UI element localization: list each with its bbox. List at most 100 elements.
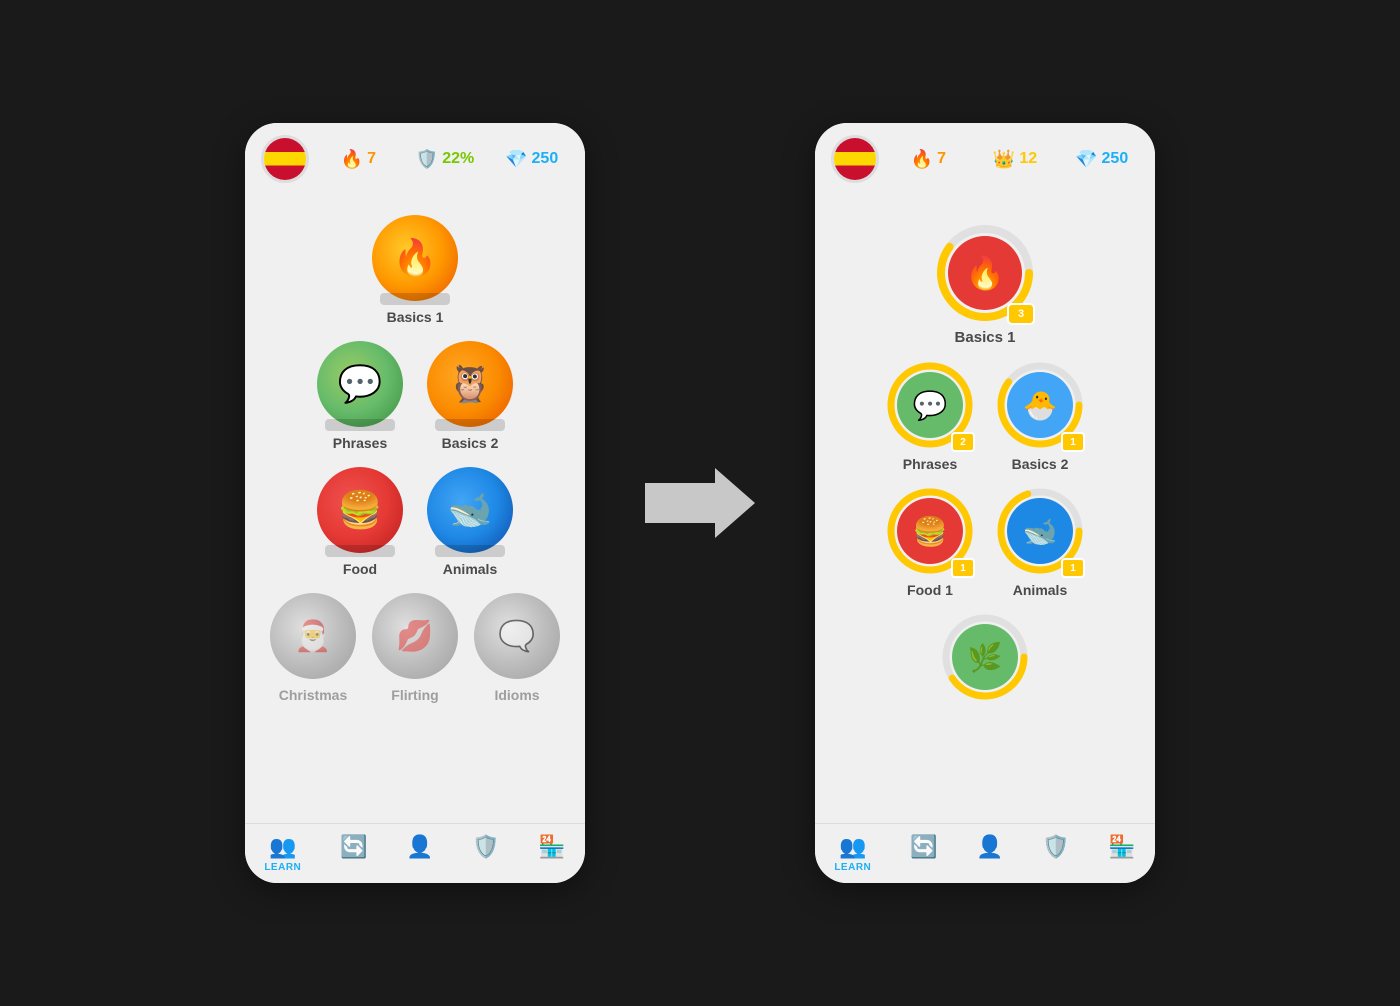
right-practice-icon: 🔄 [910,834,937,860]
gem-icon: 💎 [505,149,527,170]
right-nav-shop[interactable]: 🏪 [1108,834,1135,873]
right-phone-header: 🔥 7 👑 12 💎 250 [815,123,1155,195]
right-gem-icon: 💎 [1075,149,1097,170]
christmas-circle: 🎅 [270,593,356,679]
right-shop-icon: 🏪 [1108,834,1135,860]
phrases-crown: 2 [951,432,975,452]
profile-icon: 👤 [406,834,433,860]
right-profile-icon: 👤 [976,834,1003,860]
right-fire-icon: 🔥 [911,149,933,170]
nav-shield[interactable]: 🛡️ [472,834,499,873]
gems-stat: 💎 250 [494,149,569,170]
right-phone-nav: 👥 LEARN 🔄 👤 🛡️ 🏪 [815,823,1155,883]
right-phone-content: 🔥 3 Basics 1 💬 2 Phrases [815,195,1155,823]
lesson-phrases[interactable]: 💬 Phrases [317,341,403,451]
right-learn-icon: 👥 [839,834,866,860]
flirting-circle: 💋 [372,593,458,679]
right-next-lesson[interactable]: 🌿 [942,614,1028,700]
basics2-inner: 🐣 [1007,372,1073,438]
animals-crown: 1 [1061,558,1085,578]
right-lesson-phrases[interactable]: 💬 2 Phrases [887,362,973,472]
nav-shop[interactable]: 🏪 [538,834,565,873]
animals-ring-container: 🐋 1 [997,488,1083,574]
right-nav-shield[interactable]: 🛡️ [1042,834,1069,873]
learn-label: LEARN [264,862,301,873]
animals-circle: 🐋 [427,467,513,553]
right-gems-value: 250 [1102,150,1129,168]
lesson-pair-1: 💬 Phrases 🦉 Basics 2 [317,341,513,451]
lesson-food[interactable]: 🍔 Food [317,467,403,577]
phrases-label: Phrases [333,435,387,451]
right-learn-label: LEARN [834,862,871,873]
lesson-basics1[interactable]: 🔥 Basics 1 [372,215,458,325]
animals-label: Animals [443,561,497,577]
left-phone-header: 🔥 7 🛡️ 22% 💎 250 [245,123,585,195]
shield-icon: 🛡️ [416,149,438,170]
basics2-crown: 1 [1061,432,1085,452]
streak-stat: 🔥 7 [321,149,396,170]
animals-inner: 🐋 [1007,498,1073,564]
nav-practice[interactable]: 🔄 [340,834,367,873]
nav-learn[interactable]: 👥 LEARN [264,834,301,873]
right-shield-nav-icon: 🛡️ [1042,834,1069,860]
lesson-idioms: 🗨️ Idioms [474,593,560,703]
lesson-pair-2: 🍔 Food 🐋 Animals [317,467,513,577]
right-pair-2: 🍔 1 Food 1 🐋 1 Animals [887,488,1083,598]
gems-value: 250 [532,150,559,168]
basics2-label: Basics 2 [442,435,499,451]
right-lesson-basics2[interactable]: 🐣 1 Basics 2 [997,362,1083,472]
shop-icon: 🏪 [538,834,565,860]
right-basics2-label: Basics 2 [1012,456,1069,472]
basics2-circle: 🦉 [427,341,513,427]
right-nav-practice[interactable]: 🔄 [910,834,937,873]
basics1-circle: 🔥 [372,215,458,301]
streak-value: 7 [367,150,376,168]
basics1-crown: 3 [1007,303,1035,325]
right-crown-icon: 👑 [993,149,1015,170]
left-phone-nav: 👥 LEARN 🔄 👤 🛡️ 🏪 [245,823,585,883]
phrases-circle: 💬 [317,341,403,427]
league-value: 22% [442,150,474,168]
right-league-value: 12 [1019,150,1037,168]
right-food1-label: Food 1 [907,582,953,598]
right-streak-stat: 🔥 7 [891,149,966,170]
basics1-inner: 🔥 [948,236,1022,310]
left-phone: 🔥 7 🛡️ 22% 💎 250 🔥 Basics 1 💬 [245,123,585,883]
basics1-ring-container: 🔥 3 [937,225,1033,321]
right-streak-value: 7 [937,150,946,168]
league-stat: 🛡️ 22% [408,149,483,170]
christmas-label: Christmas [279,687,347,703]
right-phone: 🔥 7 👑 12 💎 250 🔥 3 Basic [815,123,1155,883]
idioms-circle: 🗨️ [474,593,560,679]
right-phrases-label: Phrases [903,456,957,472]
food1-inner: 🍔 [897,498,963,564]
arrow-container [645,468,755,538]
fire-icon: 🔥 [341,149,363,170]
left-phone-content: 🔥 Basics 1 💬 Phrases 🦉 Basics 2 [245,195,585,823]
lesson-christmas: 🎅 Christmas [270,593,356,703]
learn-icon: 👥 [269,834,296,860]
basics2-ring-container: 🐣 1 [997,362,1083,448]
right-pair-1: 💬 2 Phrases 🐣 1 Basics 2 [887,362,1083,472]
right-flag-spain[interactable] [831,135,879,183]
flirting-label: Flirting [391,687,438,703]
right-nav-learn[interactable]: 👥 LEARN [834,834,871,873]
next-inner: 🌿 [952,624,1018,690]
right-gems-stat: 💎 250 [1064,149,1139,170]
practice-icon: 🔄 [340,834,367,860]
next-ring-container: 🌿 [942,614,1028,700]
right-lesson-basics1[interactable]: 🔥 3 Basics 1 [937,225,1033,346]
right-league-stat: 👑 12 [978,149,1053,170]
right-lesson-food1[interactable]: 🍔 1 Food 1 [887,488,973,598]
nav-profile[interactable]: 👤 [406,834,433,873]
flag-spain[interactable] [261,135,309,183]
right-animals-label: Animals [1013,582,1067,598]
lesson-basics2[interactable]: 🦉 Basics 2 [427,341,513,451]
right-basics1-label: Basics 1 [955,329,1016,346]
right-lesson-animals[interactable]: 🐋 1 Animals [997,488,1083,598]
lesson-animals[interactable]: 🐋 Animals [427,467,513,577]
right-nav-profile[interactable]: 👤 [976,834,1003,873]
food-circle: 🍔 [317,467,403,553]
basics1-label: Basics 1 [387,309,444,325]
lesson-flirting: 💋 Flirting [372,593,458,703]
